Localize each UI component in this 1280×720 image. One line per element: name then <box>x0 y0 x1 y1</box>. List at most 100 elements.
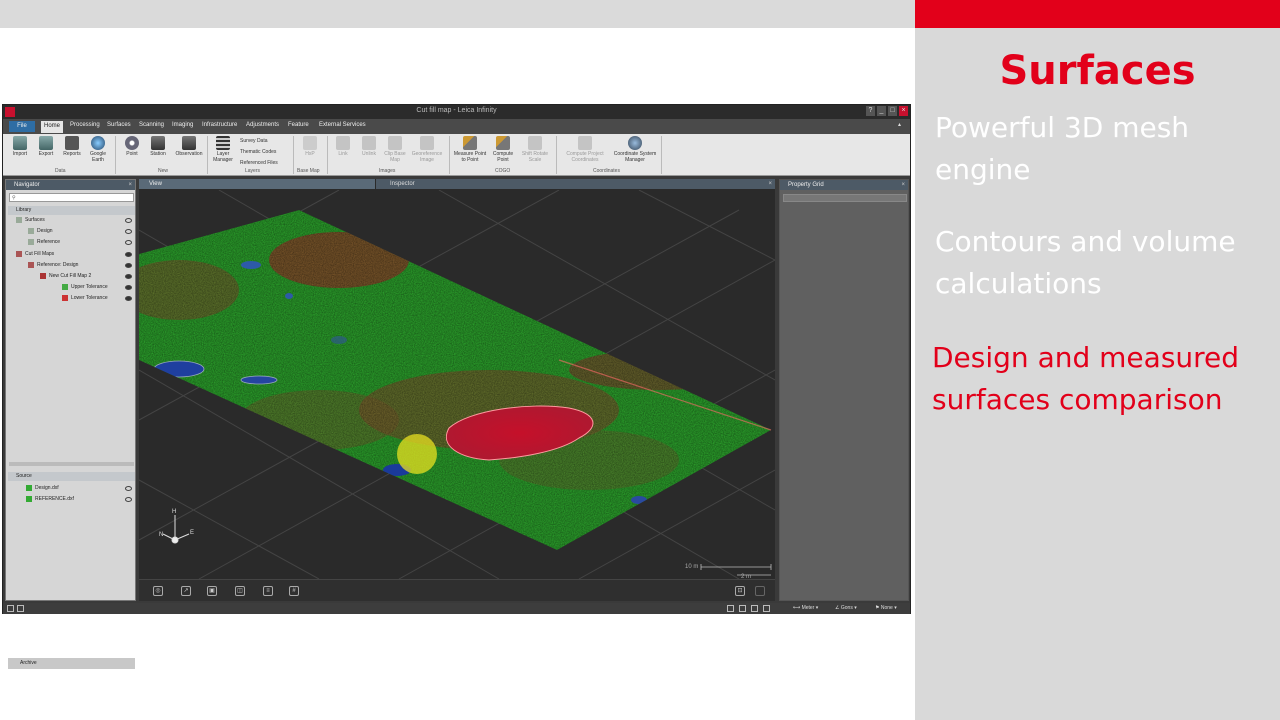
3d-viewport[interactable]: H N E 10 m 2 m <box>139 190 775 579</box>
group-label-coordinates: Coordinates <box>593 168 620 174</box>
settings-icon[interactable] <box>755 586 765 596</box>
search-icon[interactable] <box>727 605 734 612</box>
close-icon[interactable]: × <box>901 180 905 190</box>
source-item-reference-dxf[interactable]: REFERENCE.dxf <box>26 494 74 504</box>
minimize-button[interactable]: _ <box>877 106 886 116</box>
camera-icon[interactable]: ▣ <box>207 586 217 596</box>
visibility-toggle-icon[interactable] <box>125 296 132 301</box>
menu-file[interactable]: File <box>9 121 35 132</box>
close-icon[interactable]: × <box>128 180 132 190</box>
referenced-files-dropdown[interactable]: Referenced Files <box>240 160 278 166</box>
tree-item-upper-tolerance[interactable]: Upper Tolerance <box>62 282 108 292</box>
menu-feature[interactable]: Feature <box>288 122 309 128</box>
hxp-button[interactable]: HxP <box>297 136 323 157</box>
tab-view[interactable]: View <box>139 179 375 189</box>
menu-external-services[interactable]: External Services <box>319 122 366 128</box>
tree-item-design[interactable]: Design <box>28 226 53 236</box>
units-dropdown[interactable]: ⟷ Meter ▾ <box>793 605 818 611</box>
visibility-toggle-icon[interactable] <box>125 497 132 502</box>
visibility-toggle-icon[interactable] <box>125 229 132 234</box>
layer-manager-button[interactable]: Layer Manager <box>210 136 236 163</box>
export-button[interactable]: Export <box>33 136 59 157</box>
thematic-codes-dropdown[interactable]: Thematic Codes <box>240 149 276 155</box>
measure-point-to-point-button[interactable]: Measure Point to Point <box>452 136 488 163</box>
source-header[interactable]: Source <box>8 472 135 481</box>
station-button[interactable]: Station <box>145 136 171 157</box>
visibility-toggle-icon[interactable] <box>125 252 132 257</box>
survey-data-dropdown[interactable]: Survey Data <box>240 138 268 144</box>
point-button[interactable]: Point <box>119 136 145 157</box>
zoom-extent-icon[interactable]: ⊡ <box>735 586 745 596</box>
tree-item-reference[interactable]: Reference <box>28 237 60 247</box>
status-bar: ⟷ Meter ▾ ∠ Gons ▾ ⚑ None ▾ <box>3 603 910 614</box>
shift-rotate-scale-button[interactable]: Shift Rotate Scale <box>518 136 552 163</box>
axis-label-e: E <box>190 530 194 536</box>
layers-icon <box>216 136 230 150</box>
document-icon[interactable] <box>751 605 758 612</box>
cube-view-icon[interactable]: ◫ <box>235 586 245 596</box>
archive-tab[interactable]: Archive <box>8 658 135 669</box>
app-window: Cut fill map - Leica Infinity ? _ □ × Fi… <box>2 104 911 669</box>
menu-home[interactable]: Home <box>41 121 64 133</box>
coordinate-system-manager-button[interactable]: Coordinate System Manager <box>612 136 658 163</box>
style-icon[interactable]: ≡ <box>263 586 273 596</box>
tree-item-surfaces[interactable]: Surfaces <box>16 215 45 225</box>
link-button[interactable]: Link <box>330 136 356 157</box>
close-button[interactable]: × <box>899 106 908 116</box>
close-icon[interactable]: × <box>768 179 772 189</box>
extra-dropdown[interactable]: ⚑ None ▾ <box>875 605 897 611</box>
visibility-toggle-icon[interactable] <box>125 486 132 491</box>
menu-adjustments[interactable]: Adjustments <box>246 122 279 128</box>
library-header[interactable]: Library <box>8 206 135 215</box>
document-icon[interactable] <box>739 605 746 612</box>
property-grid-header: Property Grid × <box>780 180 908 190</box>
observation-button[interactable]: Observation <box>173 136 205 157</box>
import-button[interactable]: Import <box>7 136 33 157</box>
unlink-button[interactable]: Unlink <box>356 136 382 157</box>
georeference-image-button[interactable]: Georeference Image <box>409 136 445 163</box>
navigator-search-input[interactable]: ⚲ <box>9 193 134 202</box>
tree-item-new-cut-fill-map-2[interactable]: New Cut Fill Map 2 <box>40 271 91 281</box>
layout-icon[interactable] <box>7 605 14 612</box>
google-earth-button[interactable]: Google Earth <box>85 136 111 163</box>
group-label-data: Data <box>55 168 66 174</box>
visibility-toggle-icon[interactable] <box>125 240 132 245</box>
source-item-design-dxf[interactable]: Design.dxf <box>26 483 59 493</box>
compute-point-button[interactable]: Compute Point <box>490 136 516 163</box>
menu-scanning[interactable]: Scanning <box>139 122 164 128</box>
maximize-button[interactable]: □ <box>888 106 897 116</box>
slide-top-band <box>0 0 915 28</box>
visibility-toggle-icon[interactable] <box>125 263 132 268</box>
horizontal-scrollbar[interactable] <box>9 462 134 466</box>
tolerance-icon <box>62 294 68 301</box>
clip-base-map-button[interactable]: Clip Base Map <box>382 136 408 163</box>
menu-processing[interactable]: Processing <box>70 122 100 128</box>
ribbon-separator <box>449 136 450 174</box>
navigator-title: Navigator <box>14 182 40 188</box>
help-button[interactable]: ? <box>866 106 875 116</box>
search-icon: ⚲ <box>12 195 16 201</box>
select-icon[interactable]: ↗ <box>181 586 191 596</box>
visibility-toggle-icon[interactable] <box>125 274 132 279</box>
document-icon[interactable] <box>763 605 770 612</box>
grid-icon[interactable]: # <box>289 586 299 596</box>
layout-icon[interactable] <box>17 605 24 612</box>
angle-units-dropdown[interactable]: ∠ Gons ▾ <box>835 605 857 611</box>
visibility-toggle-icon[interactable] <box>125 285 132 290</box>
tree-item-lower-tolerance[interactable]: Lower Tolerance <box>62 293 108 303</box>
compute-project-coordinates-button[interactable]: Compute Project Coordinates <box>560 136 610 163</box>
export-icon <box>39 136 53 150</box>
collapse-ribbon-icon[interactable]: ▴ <box>898 121 901 128</box>
tree-item-reference-design[interactable]: Reference: Design <box>28 260 78 270</box>
menu-surfaces[interactable]: Surfaces <box>107 122 131 128</box>
navigator-pane: Navigator × ⚲ Library Surfaces Design Re… <box>5 179 136 669</box>
visibility-toggle-icon[interactable] <box>125 218 132 223</box>
tree-item-cut-fill-maps[interactable]: Cut Fill Maps <box>16 249 54 259</box>
reports-button[interactable]: Reports <box>59 136 85 157</box>
group-label-layers: Layers <box>245 168 261 174</box>
menu-imaging[interactable]: Imaging <box>172 122 193 128</box>
navigation-icon[interactable]: ◎ <box>153 586 163 596</box>
property-grid-field[interactable] <box>783 194 907 202</box>
menu-infrastructure[interactable]: Infrastructure <box>202 122 237 128</box>
tab-inspector[interactable]: Inspector × <box>376 179 775 189</box>
